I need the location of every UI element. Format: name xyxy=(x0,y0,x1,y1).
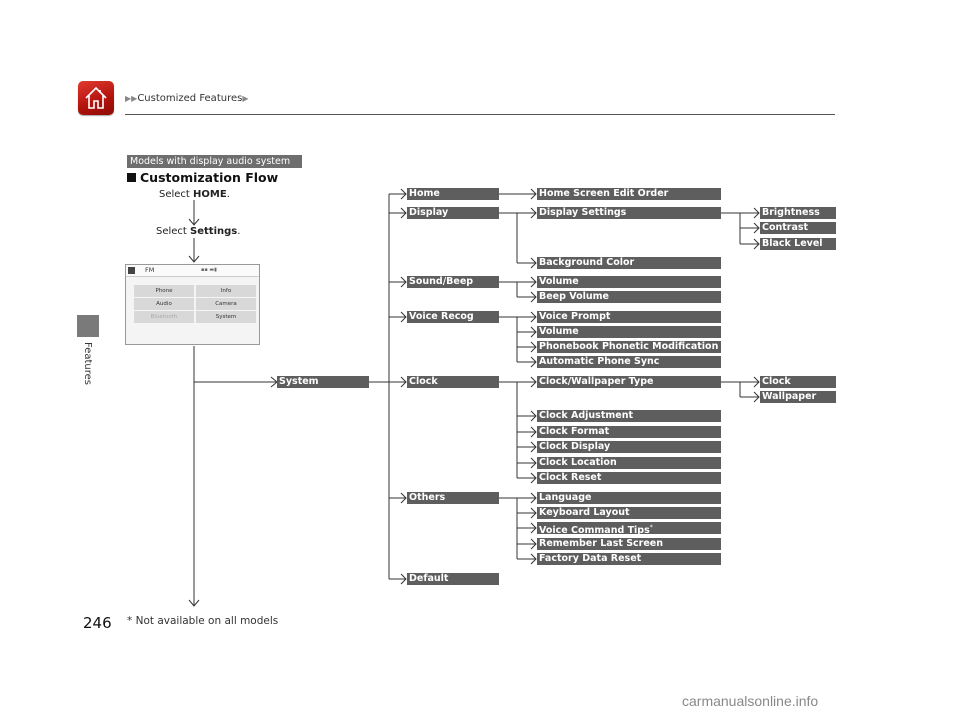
node-voice-prompt: Voice Prompt xyxy=(537,311,721,323)
node-volume: Volume xyxy=(537,276,721,288)
node-remember-last-screen: Remember Last Screen xyxy=(537,538,721,550)
node-home: Home xyxy=(407,188,499,200)
footnote: * Not available on all models xyxy=(127,615,279,627)
node-brightness: Brightness xyxy=(760,207,836,219)
node-clock-type: Clock xyxy=(760,376,836,388)
node-voice-command-tips: Voice Command Tips* xyxy=(537,522,721,534)
node-beep-volume: Beep Volume xyxy=(537,291,721,303)
node-black-level: Black Level xyxy=(760,238,836,250)
node-default: Default xyxy=(407,573,499,585)
node-automatic-phone-sync: Automatic Phone Sync xyxy=(537,356,721,368)
node-system: System xyxy=(277,376,369,388)
node-clock: Clock xyxy=(407,376,499,388)
node-clock-display: Clock Display xyxy=(537,441,721,453)
node-background-color: Background Color xyxy=(537,257,721,269)
node-display: Display xyxy=(407,207,499,219)
node-clock-wallpaper-type: Clock/Wallpaper Type xyxy=(537,376,721,388)
node-clock-format: Clock Format xyxy=(537,426,721,438)
node-keyboard-layout: Keyboard Layout xyxy=(537,507,721,519)
node-others: Others xyxy=(407,492,499,504)
node-clock-adjustment: Clock Adjustment xyxy=(537,410,721,422)
node-display-settings: Display Settings xyxy=(537,207,721,219)
node-voice-volume: Volume xyxy=(537,326,721,338)
watermark: carmanualsonline.info xyxy=(682,693,819,709)
page-number: 246 xyxy=(83,614,112,632)
node-sound-beep: Sound/Beep xyxy=(407,276,499,288)
node-clock-reset: Clock Reset xyxy=(537,472,721,484)
flow-connectors xyxy=(188,188,760,607)
node-factory-data-reset: Factory Data Reset xyxy=(537,553,721,565)
node-home-screen-edit-order: Home Screen Edit Order xyxy=(537,188,721,200)
node-voice-recog: Voice Recog xyxy=(407,311,499,323)
node-contrast: Contrast xyxy=(760,222,836,234)
footnote-marker: * xyxy=(649,524,653,531)
node-wallpaper: Wallpaper xyxy=(760,391,836,403)
node-clock-location: Clock Location xyxy=(537,457,721,469)
node-phonebook-phonetic-modification: Phonebook Phonetic Modification xyxy=(537,341,721,353)
node-language: Language xyxy=(537,492,721,504)
